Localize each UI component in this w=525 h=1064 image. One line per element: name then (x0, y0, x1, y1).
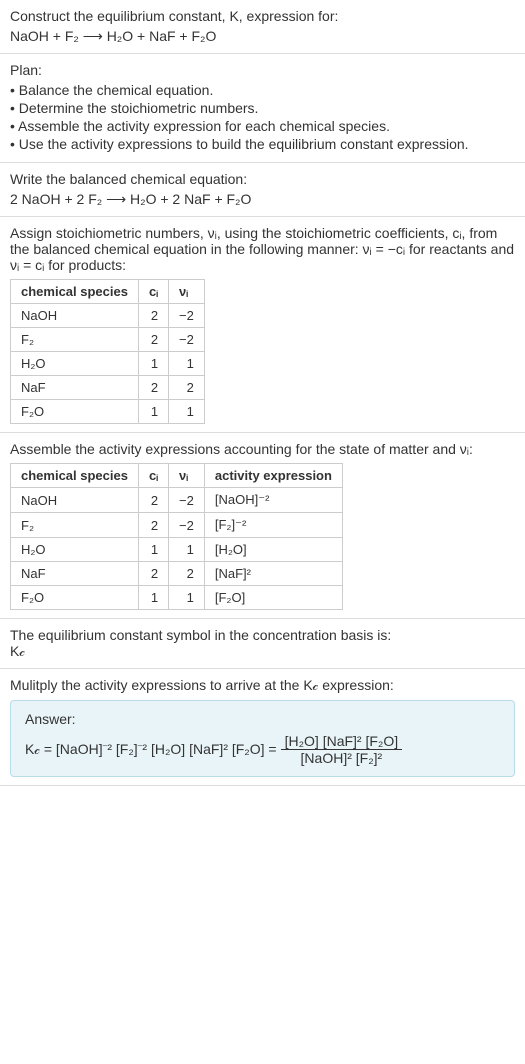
col-activity: activity expression (204, 464, 342, 488)
balanced-section: Write the balanced chemical equation: 2 … (0, 163, 525, 217)
table-row: H₂O 1 1 (11, 352, 205, 376)
unbalanced-equation: NaOH + F₂ ⟶ H₂O + NaF + F₂O (10, 28, 515, 45)
cell-ci: 1 (138, 400, 168, 424)
activity-table: chemical species cᵢ νᵢ activity expressi… (10, 463, 343, 610)
cell-vi: 1 (169, 352, 205, 376)
answer-box: Answer: K𝒸 = [NaOH]⁻² [F₂]⁻² [H₂O] [NaF]… (10, 700, 515, 777)
balanced-title: Write the balanced chemical equation: (10, 171, 515, 187)
stoich-section: Assign stoichiometric numbers, νᵢ, using… (0, 217, 525, 433)
kc-denominator: [NaOH]² [F₂]² (281, 750, 403, 766)
col-ci: cᵢ (138, 464, 168, 488)
col-species: chemical species (11, 464, 139, 488)
stoich-text: Assign stoichiometric numbers, νᵢ, using… (10, 225, 515, 273)
col-vi: νᵢ (169, 280, 205, 304)
plan-item: • Use the activity expressions to build … (10, 136, 515, 152)
cell-vi: −2 (169, 488, 205, 513)
symbol-section: The equilibrium constant symbol in the c… (0, 619, 525, 669)
cell-ci: 1 (138, 586, 168, 610)
cell-species: H₂O (11, 352, 139, 376)
cell-vi: −2 (169, 328, 205, 352)
cell-species: NaOH (11, 304, 139, 328)
cell-species: F₂ (11, 328, 139, 352)
symbol-text: The equilibrium constant symbol in the c… (10, 627, 515, 643)
col-vi: νᵢ (169, 464, 205, 488)
cell-activity: [NaF]² (204, 562, 342, 586)
cell-vi: 1 (169, 586, 205, 610)
activity-section: Assemble the activity expressions accoun… (0, 433, 525, 619)
construct-text: Construct the equilibrium constant, K, e… (10, 8, 515, 24)
cell-activity: [F₂O] (204, 586, 342, 610)
cell-ci: 2 (138, 304, 168, 328)
col-ci: cᵢ (138, 280, 168, 304)
cell-species: F₂ (11, 513, 139, 538)
cell-species: NaF (11, 376, 139, 400)
cell-activity: [NaOH]⁻² (204, 488, 342, 513)
cell-ci: 1 (138, 352, 168, 376)
plan-item: • Assemble the activity expression for e… (10, 118, 515, 134)
plan-item: • Determine the stoichiometric numbers. (10, 100, 515, 116)
cell-species: F₂O (11, 586, 139, 610)
table-row: NaF 2 2 (11, 376, 205, 400)
cell-species: NaF (11, 562, 139, 586)
cell-ci: 2 (138, 562, 168, 586)
col-species: chemical species (11, 280, 139, 304)
kc-lhs: K𝒸 = [NaOH]⁻² [F₂]⁻² [H₂O] [NaF]² [F₂O] … (25, 741, 277, 758)
multiply-text: Mulitply the activity expressions to arr… (10, 677, 515, 694)
table-row: NaF 2 2 [NaF]² (11, 562, 343, 586)
table-row: F₂ 2 −2 [F₂]⁻² (11, 513, 343, 538)
table-header-row: chemical species cᵢ νᵢ activity expressi… (11, 464, 343, 488)
cell-ci: 2 (138, 376, 168, 400)
table-row: F₂O 1 1 (11, 400, 205, 424)
table-header-row: chemical species cᵢ νᵢ (11, 280, 205, 304)
cell-species: NaOH (11, 488, 139, 513)
kc-fraction: [H₂O] [NaF]² [F₂O] [NaOH]² [F₂]² (281, 733, 403, 766)
cell-vi: −2 (169, 304, 205, 328)
table-row: NaOH 2 −2 (11, 304, 205, 328)
activity-text: Assemble the activity expressions accoun… (10, 441, 515, 457)
plan-title: Plan: (10, 62, 515, 78)
cell-vi: 1 (169, 538, 205, 562)
cell-species: F₂O (11, 400, 139, 424)
kc-expression: K𝒸 = [NaOH]⁻² [F₂]⁻² [H₂O] [NaF]² [F₂O] … (25, 733, 500, 766)
cell-activity: [H₂O] (204, 538, 342, 562)
plan-item: • Balance the chemical equation. (10, 82, 515, 98)
cell-ci: 2 (138, 513, 168, 538)
table-row: F₂ 2 −2 (11, 328, 205, 352)
cell-ci: 2 (138, 488, 168, 513)
table-row: H₂O 1 1 [H₂O] (11, 538, 343, 562)
construct-section: Construct the equilibrium constant, K, e… (0, 0, 525, 54)
cell-vi: 2 (169, 562, 205, 586)
plan-list: • Balance the chemical equation. • Deter… (10, 82, 515, 152)
cell-vi: 2 (169, 376, 205, 400)
cell-ci: 1 (138, 538, 168, 562)
table-row: NaOH 2 −2 [NaOH]⁻² (11, 488, 343, 513)
cell-activity: [F₂]⁻² (204, 513, 342, 538)
cell-ci: 2 (138, 328, 168, 352)
kc-symbol: K𝒸 (10, 643, 515, 660)
plan-section: Plan: • Balance the chemical equation. •… (0, 54, 525, 163)
answer-label: Answer: (25, 711, 500, 727)
cell-vi: −2 (169, 513, 205, 538)
stoich-table: chemical species cᵢ νᵢ NaOH 2 −2 F₂ 2 −2… (10, 279, 205, 424)
balanced-equation: 2 NaOH + 2 F₂ ⟶ H₂O + 2 NaF + F₂O (10, 191, 515, 208)
table-row: F₂O 1 1 [F₂O] (11, 586, 343, 610)
kc-numerator: [H₂O] [NaF]² [F₂O] (281, 733, 403, 750)
cell-species: H₂O (11, 538, 139, 562)
multiply-section: Mulitply the activity expressions to arr… (0, 669, 525, 786)
cell-vi: 1 (169, 400, 205, 424)
